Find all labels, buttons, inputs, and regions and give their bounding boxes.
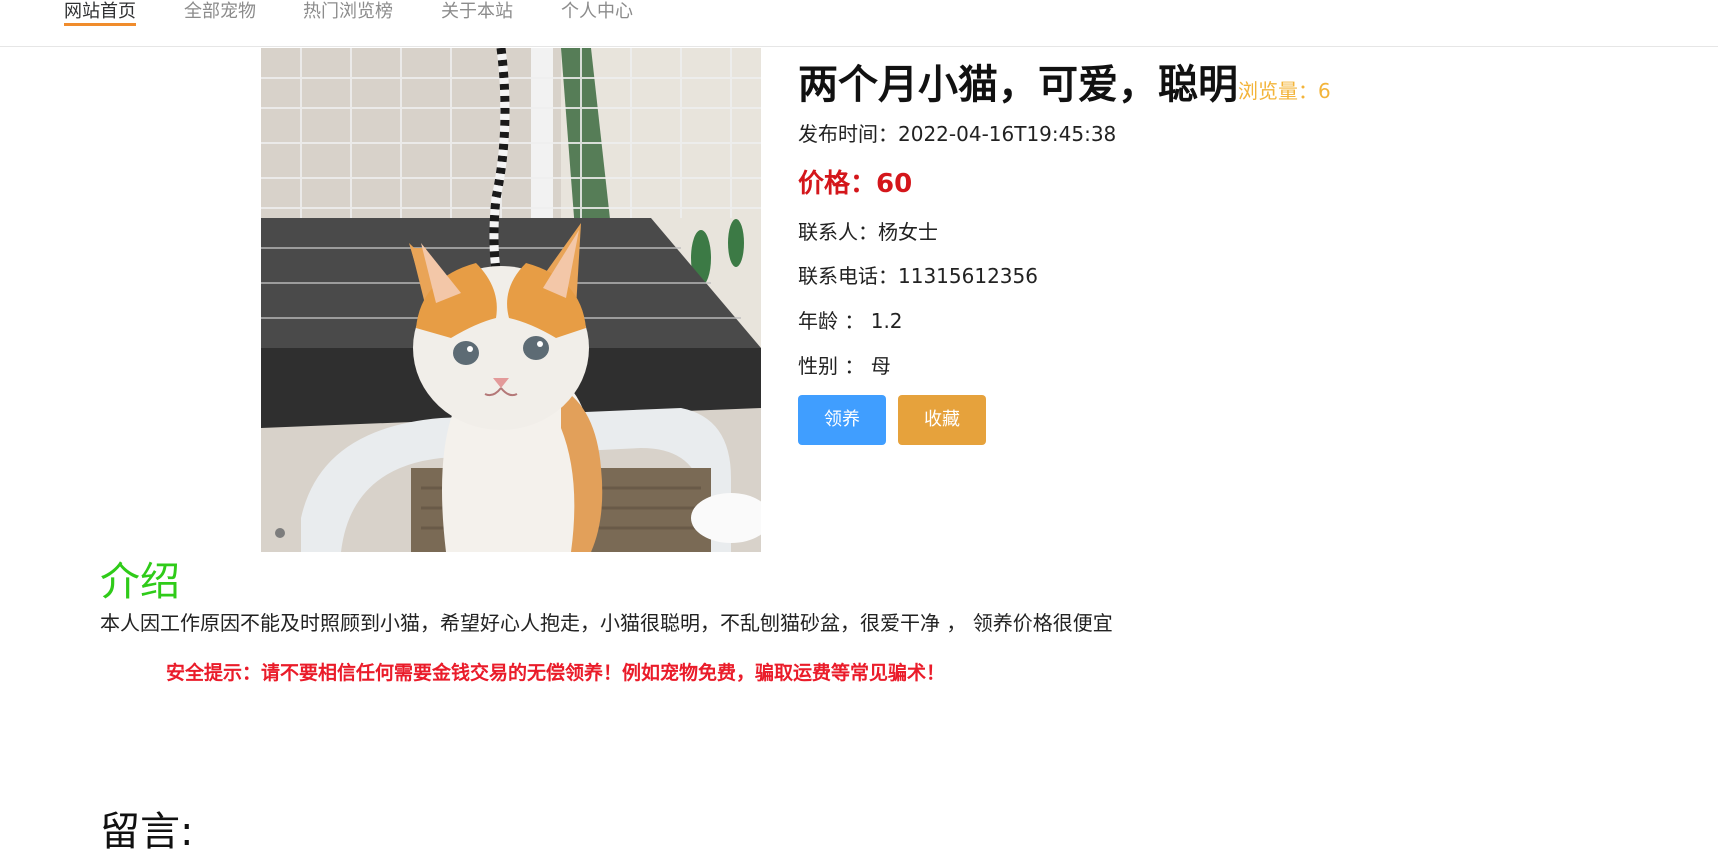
comments-heading: 留言: [100,809,194,855]
view-count: 浏览量：6 [1238,79,1331,103]
contact-phone: 联系电话：11315612356 [798,264,1038,288]
favorite-button[interactable]: 收藏 [898,395,986,445]
carousel-indicator[interactable] [275,528,285,538]
intro-heading: 介绍 [100,559,180,605]
top-nav: 网站首页 全部宠物 热门浏览榜 关于本站 个人中心 [0,0,1718,47]
nav-item-user-center[interactable]: 个人中心 [561,1,633,23]
publish-time: 发布时间：2022-04-16T19:45:38 [798,122,1117,146]
intro-text: 本人因工作原因不能及时照顾到小猫，希望好心人抱走，小猫很聪明，不乱刨猫砂盆，很爱… [100,611,1113,635]
nav-item-home[interactable]: 网站首页 [64,1,136,26]
price: 价格：60 [798,169,913,199]
pet-gender: 性别 ： 母 [798,354,891,378]
pet-age: 年龄 ： 1.2 [798,309,903,333]
pet-title: 两个月小猫，可爱，聪明 [798,62,1238,108]
contact-person: 联系人：杨女士 [798,220,938,244]
nav-item-hot-ranking[interactable]: 热门浏览榜 [303,1,393,23]
nav-item-about[interactable]: 关于本站 [441,1,513,23]
safety-warning: 安全提示：请不要相信任何需要金钱交易的无偿领养！例如宠物免费，骗取运费等常见骗术… [166,662,946,684]
pet-photo-carousel[interactable] [261,48,761,552]
nav-item-all-pets[interactable]: 全部宠物 [184,1,256,23]
adopt-button[interactable]: 领养 [798,395,886,445]
title-row: 两个月小猫，可爱，聪明浏览量：6 [798,52,1331,110]
cat-photo [261,48,761,552]
